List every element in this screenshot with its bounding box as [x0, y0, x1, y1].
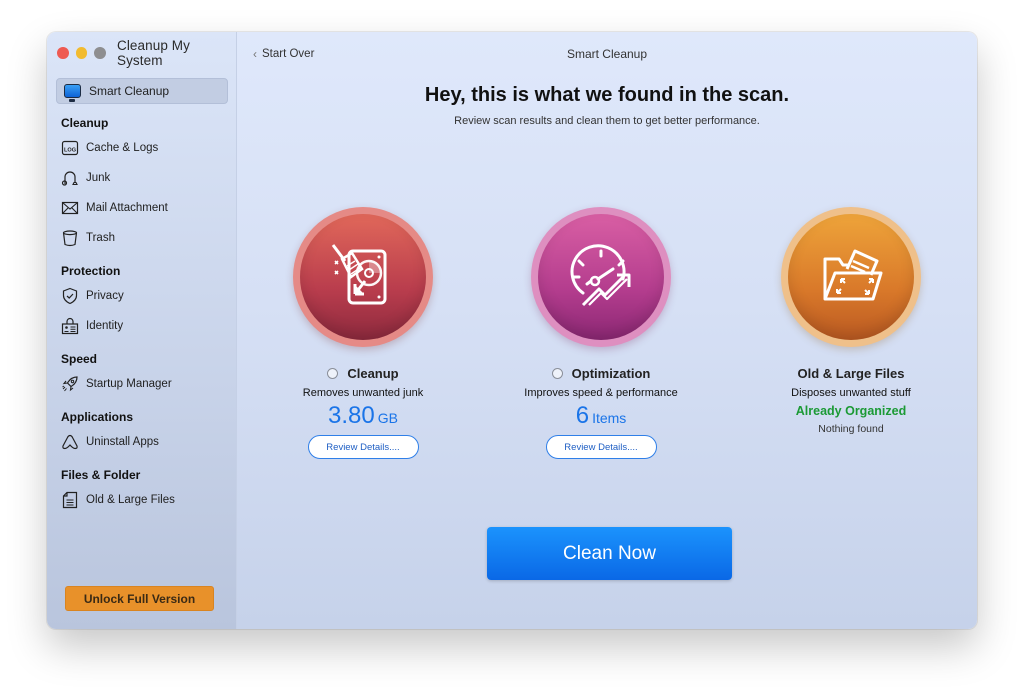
app-window: Cleanup My System Smart Cleanup Cleanup …: [47, 32, 977, 629]
mail-icon: [61, 199, 79, 217]
old-large-files-status: Already Organized: [795, 404, 907, 418]
old-large-files-description: Disposes unwanted stuff: [791, 387, 911, 399]
sidebar-item-cache-logs[interactable]: LOG Cache & Logs: [61, 137, 158, 159]
cleanup-radio[interactable]: [327, 368, 339, 379]
sidebar-item-startup-manager[interactable]: Startup Manager: [61, 373, 172, 395]
zoom-window-button[interactable]: [94, 47, 106, 59]
sidebar-item-label: Uninstall Apps: [86, 436, 159, 448]
optimization-count-value: 6: [575, 402, 590, 429]
old-large-files-card: Old & Large Files Disposes unwanted stuf…: [741, 207, 961, 435]
cleanup-size-value: 3.80: [328, 402, 375, 429]
cleanup-title-label: Cleanup: [347, 366, 399, 381]
sidebar-item-smart-cleanup[interactable]: Smart Cleanup: [56, 78, 228, 104]
clean-now-button[interactable]: Clean Now: [487, 527, 732, 580]
sidebar: Cleanup My System Smart Cleanup Cleanup …: [47, 32, 237, 629]
optimization-description: Improves speed & performance: [524, 387, 678, 399]
optimization-badge: [531, 207, 671, 347]
rocket-icon: [61, 375, 79, 393]
main-panel: ‹ Start Over Smart Cleanup Hey, this is …: [237, 32, 977, 629]
sidebar-item-old-large-files[interactable]: Old & Large Files: [61, 489, 175, 511]
vacuum-icon: [61, 169, 79, 187]
sidebar-item-label: Startup Manager: [86, 378, 172, 390]
optimization-card: Optimization Improves speed & performanc…: [491, 207, 711, 459]
section-speed: Speed: [61, 352, 98, 366]
cleanup-description: Removes unwanted junk: [302, 387, 424, 399]
section-protection: Protection: [61, 264, 121, 278]
section-files-folder: Files & Folder: [61, 468, 141, 482]
optimization-count-unit: Items: [592, 410, 627, 426]
cleanup-title: Cleanup: [253, 366, 473, 381]
id-card-icon: [61, 317, 79, 335]
folder-expand-icon: [823, 249, 883, 301]
optimization-count: 6 Items: [491, 402, 711, 430]
sidebar-item-label: Mail Attachment: [86, 202, 168, 214]
scan-headline: Hey, this is what we found in the scan.: [424, 84, 790, 106]
sidebar-item-identity[interactable]: Identity: [61, 315, 123, 337]
old-large-files-title-label: Old & Large Files: [797, 366, 905, 381]
document-icon: [61, 491, 79, 509]
sidebar-item-trash[interactable]: Trash: [61, 227, 115, 249]
cleanup-card: Cleanup Removes unwanted junk 3.80 GB Rev…: [253, 207, 473, 459]
app-title: Cleanup My System: [116, 38, 191, 68]
unlock-full-version-button[interactable]: Unlock Full Version: [65, 586, 214, 611]
sidebar-item-label: Old & Large Files: [86, 494, 175, 506]
speedometer-trend-icon: [570, 244, 631, 307]
cleanup-review-details-button[interactable]: Review Details....: [307, 435, 419, 459]
sidebar-item-label: Privacy: [86, 290, 124, 302]
sidebar-item-label: Trash: [86, 232, 115, 244]
cleanup-badge: [293, 207, 433, 347]
old-large-files-badge: [781, 207, 921, 347]
sidebar-item-label: Junk: [86, 172, 111, 184]
section-applications: Applications: [61, 410, 134, 424]
sidebar-item-mail-attachment[interactable]: Mail Attachment: [61, 197, 168, 219]
svg-text:LOG: LOG: [64, 148, 76, 154]
page-title: Smart Cleanup: [566, 47, 648, 61]
sidebar-item-label: Cache & Logs: [86, 142, 159, 154]
title-bar: Cleanup My System: [47, 32, 236, 74]
close-window-button[interactable]: [57, 47, 69, 59]
section-cleanup: Cleanup: [61, 116, 109, 130]
old-large-files-title: Old & Large Files: [741, 366, 961, 381]
cleanup-size-unit: GB: [377, 410, 398, 426]
monitor-icon: [64, 84, 81, 102]
sidebar-item-junk[interactable]: Junk: [61, 167, 110, 189]
optimization-title: Optimization: [491, 366, 711, 381]
old-large-files-note: Nothing found: [818, 423, 884, 435]
sidebar-item-label: Identity: [86, 320, 124, 332]
optimization-review-details-button[interactable]: Review Details....: [545, 435, 657, 459]
sidebar-item-label: Smart Cleanup: [89, 84, 170, 98]
shield-check-icon: [61, 287, 79, 305]
sidebar-item-privacy[interactable]: Privacy: [61, 285, 124, 307]
sidebar-item-uninstall-apps[interactable]: Uninstall Apps: [61, 431, 159, 453]
log-file-icon: LOG: [61, 139, 79, 157]
cleanup-size: 3.80 GB: [253, 402, 473, 430]
minimize-window-button[interactable]: [75, 47, 88, 59]
optimization-title-label: Optimization: [571, 366, 651, 381]
app-store-icon: [61, 433, 79, 451]
optimization-radio[interactable]: [551, 368, 563, 379]
trash-icon: [61, 229, 79, 247]
hard-drive-broom-icon: [331, 244, 387, 305]
scan-subheadline: Review scan results and clean them to ge…: [454, 115, 760, 127]
